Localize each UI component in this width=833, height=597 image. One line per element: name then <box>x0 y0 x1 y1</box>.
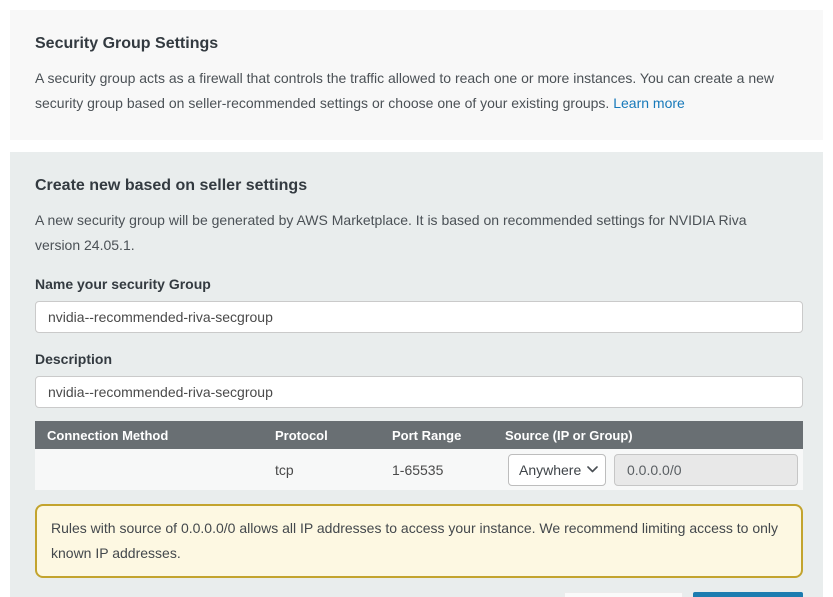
security-group-name-label: Name your security Group <box>35 275 803 293</box>
create-new-title: Create new based on seller settings <box>35 176 803 196</box>
source-type-selected-value: Anywhere <box>519 462 581 478</box>
header-port-range: Port Range <box>392 428 505 443</box>
cancel-button[interactable]: Cancel <box>564 592 683 597</box>
rules-table-header-row: Connection Method Protocol Port Range So… <box>35 421 803 449</box>
learn-more-link[interactable]: Learn more <box>613 95 685 111</box>
source-ip-input <box>614 454 798 486</box>
cell-port-range: 1-65535 <box>392 462 505 478</box>
action-buttons-row: Cancel Save <box>35 592 803 597</box>
security-group-name-input[interactable] <box>35 301 803 333</box>
firewall-rules-table: Connection Method Protocol Port Range So… <box>35 421 803 490</box>
save-button[interactable]: Save <box>693 592 803 597</box>
header-source-ip-or-group: Source (IP or Group) <box>505 428 803 443</box>
create-new-seller-settings-section: Create new based on seller settings A ne… <box>10 152 823 597</box>
header-connection-method: Connection Method <box>35 428 275 443</box>
description-label: Description <box>35 350 803 368</box>
header-protocol: Protocol <box>275 428 392 443</box>
table-row: tcp 1-65535 Anywhere <box>35 449 803 490</box>
security-group-settings-title: Security Group Settings <box>35 34 798 54</box>
create-new-description: A new security group will be generated b… <box>35 208 783 258</box>
security-group-settings-description: A security group acts as a firewall that… <box>35 66 797 116</box>
chevron-down-icon <box>581 466 598 473</box>
source-type-select[interactable]: Anywhere <box>508 454 606 486</box>
cell-protocol: tcp <box>275 462 392 478</box>
open-source-warning-banner: Rules with source of 0.0.0.0/0 allows al… <box>35 504 803 578</box>
cell-source: Anywhere <box>505 454 803 486</box>
security-group-settings-section: Security Group Settings A security group… <box>10 10 823 140</box>
description-input[interactable] <box>35 376 803 408</box>
warning-text: Rules with source of 0.0.0.0/0 allows al… <box>51 516 787 566</box>
